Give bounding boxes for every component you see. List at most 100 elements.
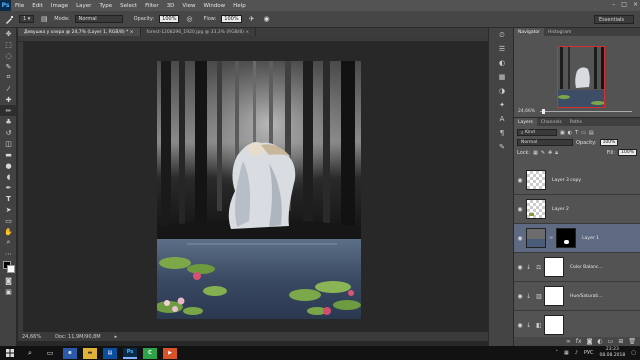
link-layers-icon[interactable]: ∞ xyxy=(566,338,571,345)
character-panel-icon[interactable]: A xyxy=(489,112,515,126)
layer-row-hue-saturation[interactable]: ◉ ↓ ▥ Hue/Saturati... xyxy=(514,282,640,311)
mask-link-icon[interactable]: ∞ xyxy=(549,235,553,241)
visibility-eye-icon[interactable]: ◉ xyxy=(514,264,526,271)
network-icon[interactable]: ▦ xyxy=(564,350,569,356)
tab-layers[interactable]: Layers xyxy=(514,118,537,126)
camtasia-app-icon[interactable]: C xyxy=(143,347,157,359)
layer-row-adjustment[interactable]: ◉ ↓ ◧ xyxy=(514,311,640,340)
layer-style-icon[interactable]: fx xyxy=(576,338,582,345)
file-explorer-icon[interactable]: ▬ xyxy=(83,347,97,359)
lasso-tool-icon[interactable]: ◌ xyxy=(0,50,17,61)
tab-navigator[interactable]: Navigator xyxy=(514,28,545,36)
color-swatches[interactable] xyxy=(0,259,17,275)
color-panel-icon[interactable]: ◐ xyxy=(489,56,515,70)
menu-edit[interactable]: Edit xyxy=(28,3,47,9)
navigator-zoom[interactable]: 24,66% xyxy=(518,109,535,114)
filter-adjust-icon[interactable]: ◐ xyxy=(568,130,572,136)
add-mask-icon[interactable]: ◙ xyxy=(587,338,593,345)
close-button[interactable]: × xyxy=(633,1,638,8)
recorder-app-icon[interactable]: ▶ xyxy=(163,347,177,359)
lock-pixels-icon[interactable]: ✎ xyxy=(541,150,545,156)
workspace-select[interactable]: Essentials xyxy=(594,15,634,24)
menu-select[interactable]: Select xyxy=(116,3,141,9)
background-color-swatch[interactable] xyxy=(7,265,15,273)
filter-shape-icon[interactable]: ▭ xyxy=(581,130,586,136)
brush-panel-icon[interactable]: ▤ xyxy=(39,14,49,24)
new-layer-icon[interactable]: ⊞ xyxy=(618,338,623,345)
menu-image[interactable]: Image xyxy=(47,3,72,9)
menu-file[interactable]: File xyxy=(11,3,28,9)
tray-up-icon[interactable]: ˄ xyxy=(556,350,559,356)
opacity-input[interactable]: 100% xyxy=(159,15,180,23)
task-view-icon[interactable]: ▭ xyxy=(40,346,60,360)
marquee-tool-icon[interactable]: ⬚ xyxy=(0,39,17,50)
layer-row-layer1[interactable]: ◉ ∞ Layer 1 xyxy=(514,224,640,253)
tab-close-icon[interactable]: × xyxy=(245,30,249,35)
layer-row-layer2[interactable]: ◉ Layer 2 xyxy=(514,195,640,224)
layer-mask-thumbnail[interactable] xyxy=(556,228,577,248)
brush-tool-icon[interactable]: ✏ xyxy=(0,105,17,116)
filter-pixel-icon[interactable]: ▣ xyxy=(560,130,565,136)
language-indicator[interactable]: РУС xyxy=(584,350,594,356)
flow-input[interactable]: 100% xyxy=(221,15,242,23)
navigator-zoom-slider[interactable] xyxy=(540,111,632,112)
lock-transparent-icon[interactable]: ▦ xyxy=(533,150,538,156)
healing-tool-icon[interactable]: ✚ xyxy=(0,94,17,105)
blur-tool-icon[interactable]: ● xyxy=(0,160,17,171)
menu-layer[interactable]: Layer xyxy=(72,3,95,9)
menu-view[interactable]: View xyxy=(178,3,199,9)
swatches-panel-icon[interactable]: ▦ xyxy=(489,70,515,84)
lock-all-icon[interactable]: 🔒︎ xyxy=(555,150,558,156)
hand-tool-icon[interactable]: ✋ xyxy=(0,226,17,237)
screen-mode-icon[interactable]: ▣ xyxy=(0,286,17,297)
visibility-eye-icon[interactable]: ◉ xyxy=(514,322,526,329)
clone-stamp-tool-icon[interactable]: ♣ xyxy=(0,116,17,127)
path-select-tool-icon[interactable]: ➤ xyxy=(0,204,17,215)
layer-row-color-balance[interactable]: ◉ ↓ ⚖ Color Balanc... xyxy=(514,253,640,282)
notifications-icon[interactable]: ▢ xyxy=(631,350,636,356)
menu-3d[interactable]: 3D xyxy=(163,3,179,9)
history-panel-icon[interactable]: ⏲ xyxy=(489,28,515,42)
move-tool-icon[interactable]: ✥ xyxy=(0,28,17,39)
adjustment-mask-thumbnail[interactable] xyxy=(544,286,564,306)
mode-select[interactable]: Normal xyxy=(74,15,123,23)
layer-opacity-input[interactable]: 100% xyxy=(599,139,619,146)
tab-histogram[interactable]: Histogram xyxy=(544,28,575,36)
new-group-icon[interactable]: ▭ xyxy=(608,338,614,345)
layer-row-layer3copy[interactable]: ◉ Layer 3 copy xyxy=(514,166,640,195)
adjustment-mask-thumbnail[interactable] xyxy=(544,257,564,277)
pressure-size-icon[interactable]: ◉ xyxy=(262,14,272,24)
pen-tool-icon[interactable]: ✒ xyxy=(0,182,17,193)
pressure-opacity-icon[interactable]: ◎ xyxy=(184,14,194,24)
brush-size-picker[interactable]: 1 ▾ xyxy=(19,15,35,23)
photoshop-taskbar-icon[interactable]: Ps xyxy=(123,347,137,359)
brush-presets-icon[interactable]: ✎ xyxy=(489,140,515,154)
brush-tool-preset-icon[interactable] xyxy=(4,14,14,24)
visibility-eye-icon[interactable]: ◉ xyxy=(514,177,526,184)
zoom-tool-icon[interactable]: ⌕ xyxy=(0,237,17,248)
menu-filter[interactable]: Filter xyxy=(141,3,163,9)
start-icon[interactable] xyxy=(0,346,20,360)
adjustments-panel-icon[interactable]: ◑ xyxy=(489,84,515,98)
tab-channels[interactable]: Channels xyxy=(537,118,566,126)
search-icon[interactable]: ⌕ xyxy=(20,346,40,360)
styles-panel-icon[interactable]: ✦ xyxy=(489,98,515,112)
filter-smart-icon[interactable]: ▤ xyxy=(589,130,594,136)
status-arrow-icon[interactable]: ▸ xyxy=(115,334,118,340)
quick-select-tool-icon[interactable]: ✎ xyxy=(0,61,17,72)
delete-layer-icon[interactable]: 🗑︎ xyxy=(628,338,636,345)
minimize-button[interactable]: – xyxy=(612,1,615,8)
tab-paths[interactable]: Paths xyxy=(566,118,586,126)
document-image[interactable] xyxy=(157,61,361,319)
layer-fill-input[interactable]: 100% xyxy=(618,149,637,156)
menu-help[interactable]: Help xyxy=(229,3,250,9)
status-zoom[interactable]: 24,66% xyxy=(22,334,41,340)
navigator-slider-knob[interactable] xyxy=(542,109,545,114)
store-app-icon[interactable]: ▤ xyxy=(103,347,117,359)
blend-mode-select[interactable]: Normal xyxy=(517,139,573,146)
visibility-eye-icon[interactable]: ◉ xyxy=(514,293,526,300)
new-adjustment-icon[interactable]: ◐ xyxy=(597,338,602,345)
eyedropper-tool-icon[interactable]: ⁄ xyxy=(0,83,17,94)
tab-close-icon[interactable]: × xyxy=(130,30,134,35)
clock[interactable]: 23:23 08.08.2018 xyxy=(600,347,626,359)
